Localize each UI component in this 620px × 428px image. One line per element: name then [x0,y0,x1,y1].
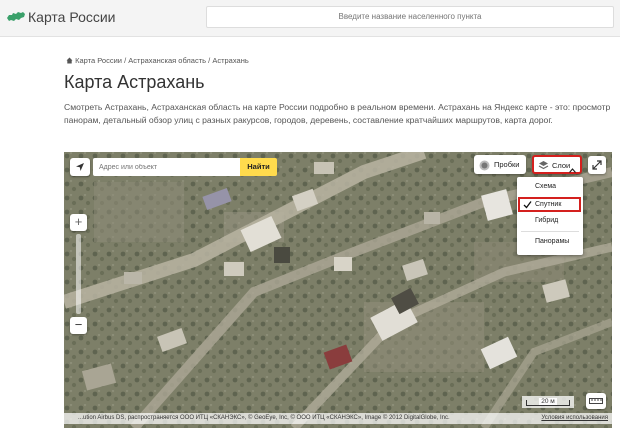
breadcrumb-item-region[interactable]: Астраханская область [128,56,206,65]
ruler-icon [589,397,603,407]
traffic-light-icon [479,159,490,178]
scale-label: 20 м [539,398,557,405]
page-description: Смотреть Астрахань, Астраханская область… [64,102,611,125]
ruler-button[interactable] [586,393,606,409]
layers-button[interactable]: Слои [532,155,582,174]
layers-icon [538,160,549,178]
layers-menu: Схема Спутник Гибрид Панорамы [517,177,583,255]
zoom-out-button[interactable]: − [70,317,87,334]
layers-menu-item-sputnik[interactable]: Спутник [517,201,583,208]
breadcrumb-item-city: Астрахань [212,56,249,65]
fullscreen-button[interactable] [588,156,606,174]
layers-menu-divider [521,231,579,232]
russia-map-logo-icon[interactable] [6,9,26,25]
city-search-input[interactable] [206,6,614,28]
map-scale: 20 м [522,396,574,408]
map-container[interactable]: Найти Пробки Слои Схема Спутник Гибрид П… [64,152,612,428]
site-header: Карта России [0,0,620,37]
breadcrumb-item-russia[interactable]: Карта России [75,56,122,65]
layers-menu-item-hybrid[interactable]: Гибрид [517,217,583,224]
breadcrumb-separator: / [208,56,211,65]
home-icon [66,57,73,64]
expand-icon [592,160,602,172]
find-button[interactable]: Найти [240,158,277,176]
zoom-in-button[interactable]: + [70,214,87,231]
layers-menu-item-panoramas[interactable]: Панорамы [517,238,583,245]
geolocation-button[interactable] [70,158,90,176]
breadcrumb: Карта России / Астраханская область / Ас… [66,56,249,65]
copyright-text: ...ution Airbus DS, распространяется ООО… [78,415,450,421]
breadcrumb-separator: / [124,56,127,65]
minus-icon: − [74,317,83,332]
layers-menu-item-schema[interactable]: Схема [517,183,583,190]
map-address-input[interactable] [93,158,242,176]
page-title: Карта Астрахань [64,72,205,92]
terms-of-use-link[interactable]: Условия использования [541,413,608,424]
navigation-arrow-icon [75,162,85,174]
zoom-slider-track[interactable] [76,234,81,314]
site-logo-text[interactable]: Карта России [28,9,116,25]
map-copyright: ...ution Airbus DS, распространяется ООО… [64,413,612,424]
layers-label: Слои [552,161,571,170]
plus-icon: + [74,214,83,229]
traffic-button[interactable]: Пробки [474,155,526,174]
traffic-label: Пробки [494,160,520,169]
